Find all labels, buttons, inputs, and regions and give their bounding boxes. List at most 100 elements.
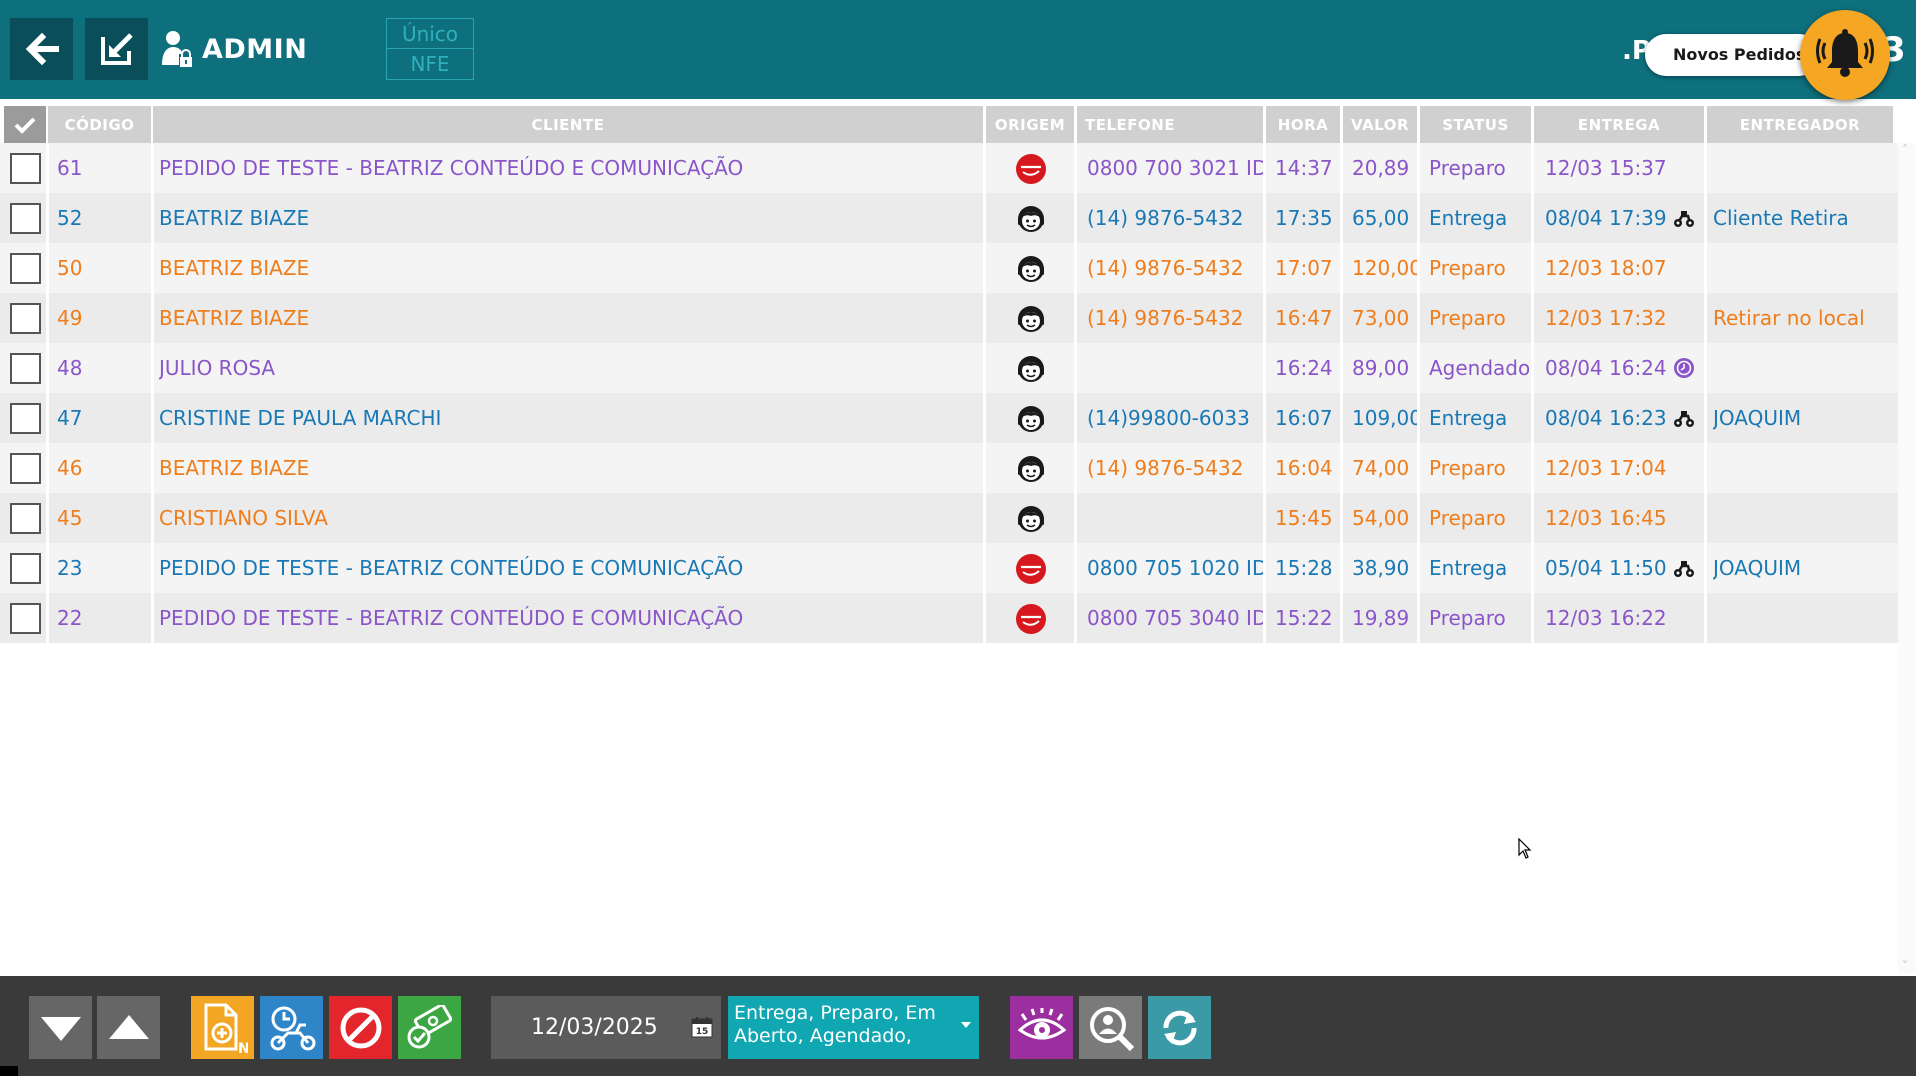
cell-hora: 15:45 [1275,506,1333,530]
back-arrow-icon [25,32,59,66]
column-divider [1531,243,1534,293]
new-orders-notification[interactable]: Novos Pedidos! [1645,34,1820,76]
row-checkbox[interactable] [10,153,41,184]
user-lock-icon [162,31,192,67]
column-divider [151,293,154,343]
column-divider [1531,343,1534,393]
column-divider [1340,493,1343,543]
table-row[interactable]: 45 CRISTIANO SILVA 15:45 54,00 Preparo 12/03 … [0,493,1898,543]
attendant-icon [1018,456,1044,482]
column-divider [1340,243,1343,293]
row-checkbox[interactable] [10,453,41,484]
cell-codigo: 46 [57,456,83,480]
cell-cliente: PEDIDO DE TESTE - BEATRIZ CONTEÚDO E COM… [159,156,744,180]
cell-status: Entrega [1429,556,1508,580]
chevron-down-icon [961,1022,971,1028]
column-divider [1074,593,1077,643]
table-row[interactable]: 48 JULIO ROSA 16:24 89,00 Agendado 08/04 16:2… [0,343,1898,393]
column-divider [1417,343,1420,393]
row-checkbox[interactable] [10,503,41,534]
table-row[interactable]: 50 BEATRIZ BIAZE (14) 9876-5432 17:07 120,00… [0,243,1898,293]
select-all-checkbox[interactable] [4,106,46,143]
mode-unico-option[interactable]: Único [387,19,473,49]
move-down-button[interactable] [29,996,92,1059]
row-checkbox[interactable] [10,353,41,384]
calendar-icon[interactable]: 15 [691,1016,713,1038]
row-checkbox[interactable] [10,253,41,284]
cell-telefone: (14) 9876-5432 [1087,456,1244,480]
col-valor[interactable]: VALOR [1343,106,1417,143]
mode-nfe-option[interactable]: NFE [387,49,473,79]
cell-entregador: JOAQUIM [1713,406,1802,430]
view-order-button[interactable] [1010,996,1073,1059]
row-checkbox[interactable] [10,603,41,634]
notification-bell-button[interactable] [1800,10,1890,100]
column-divider [983,143,986,193]
cell-hora: 15:22 [1275,606,1333,630]
cell-telefone [1087,493,1263,543]
cell-valor: 73,00 [1352,306,1410,330]
cell-cliente: PEDIDO DE TESTE - BEATRIZ CONTEÚDO E COM… [159,606,744,630]
table-row[interactable]: 22 PEDIDO DE TESTE - BEATRIZ CONTEÚDO E C… [0,593,1898,643]
col-telefone[interactable]: TELEFONE [1077,106,1263,143]
vertical-scrollbar[interactable]: ˄ ˅ [1898,143,1916,973]
col-entregador[interactable]: ENTREGADOR [1707,106,1893,143]
row-checkbox[interactable] [10,303,41,334]
cell-telefone: 0800 705 3040 ID [1087,606,1263,630]
column-divider [1263,143,1266,193]
date-value: 12/03/2025 [531,1015,658,1040]
orders-table: CÓDIGO CLIENTE ORIGEM TELEFONE HORA VALO… [0,104,1898,643]
cell-status: Entrega [1429,406,1508,430]
arrow-up-icon [108,1014,149,1039]
col-entrega[interactable]: ENTREGA [1534,106,1704,143]
edit-icon [100,33,133,65]
search-customer-button[interactable] [1079,996,1142,1059]
table-header: CÓDIGO CLIENTE ORIGEM TELEFONE HORA VALO… [0,104,1898,143]
column-divider [1417,243,1420,293]
cell-valor: 65,00 [1352,206,1410,230]
cell-hora: 17:35 [1275,206,1333,230]
column-divider [1074,443,1077,493]
date-picker[interactable]: 12/03/2025 15 [491,996,721,1059]
back-button[interactable] [10,18,73,80]
column-divider [151,393,154,443]
table-row[interactable]: 23 PEDIDO DE TESTE - BEATRIZ CONTEÚDO E C… [0,543,1898,593]
cell-codigo: 50 [57,256,83,280]
col-origem[interactable]: ORIGEM [986,106,1074,143]
new-order-button[interactable]: N [191,996,254,1059]
status-filter-select[interactable]: Entrega, Preparo, Em Aberto, Agendado, [728,996,979,1059]
table-row[interactable]: 52 BEATRIZ BIAZE (14) 9876-5432 17:35 65,00 E… [0,193,1898,243]
row-checkbox[interactable] [10,403,41,434]
row-checkbox[interactable] [10,203,41,234]
column-divider [1417,543,1420,593]
refresh-button[interactable] [1148,996,1211,1059]
col-codigo[interactable]: CÓDIGO [48,106,151,143]
cancel-order-button[interactable] [329,996,392,1059]
move-up-button[interactable] [97,996,160,1059]
col-cliente[interactable]: CLIENTE [153,106,983,143]
corner-marker [0,1066,18,1076]
table-row[interactable]: 46 BEATRIZ BIAZE (14) 9876-5432 16:04 74,00 P… [0,443,1898,493]
column-divider [1074,143,1077,193]
cell-hora: 16:07 [1275,406,1333,430]
payment-button[interactable] [398,996,461,1059]
cell-entregador: Cliente Retira [1713,206,1849,230]
table-row[interactable]: 47 CRISTINE DE PAULA MARCHI (14)99800-6033… [0,393,1898,443]
cell-cliente: CRISTINE DE PAULA MARCHI [159,406,442,430]
column-divider [1531,443,1534,493]
row-checkbox[interactable] [10,553,41,584]
column-divider [151,493,154,543]
cell-entregador [1713,593,1893,643]
col-hora[interactable]: HORA [1266,106,1340,143]
column-divider [1531,293,1534,343]
col-status[interactable]: STATUS [1420,106,1531,143]
mode-selector[interactable]: Único NFE [386,18,474,80]
table-row[interactable]: 61 PEDIDO DE TESTE - BEATRIZ CONTEÚDO E C… [0,143,1898,193]
column-divider [983,593,986,643]
dispatch-delivery-button[interactable] [260,996,323,1059]
cell-telefone: (14) 9876-5432 [1087,206,1244,230]
table-row[interactable]: 49 BEATRIZ BIAZE (14) 9876-5432 16:47 73,00 P… [0,293,1898,343]
column-divider [983,443,986,493]
cell-entrega: 08/04 17:39 [1545,206,1667,230]
edit-button[interactable] [85,18,148,80]
